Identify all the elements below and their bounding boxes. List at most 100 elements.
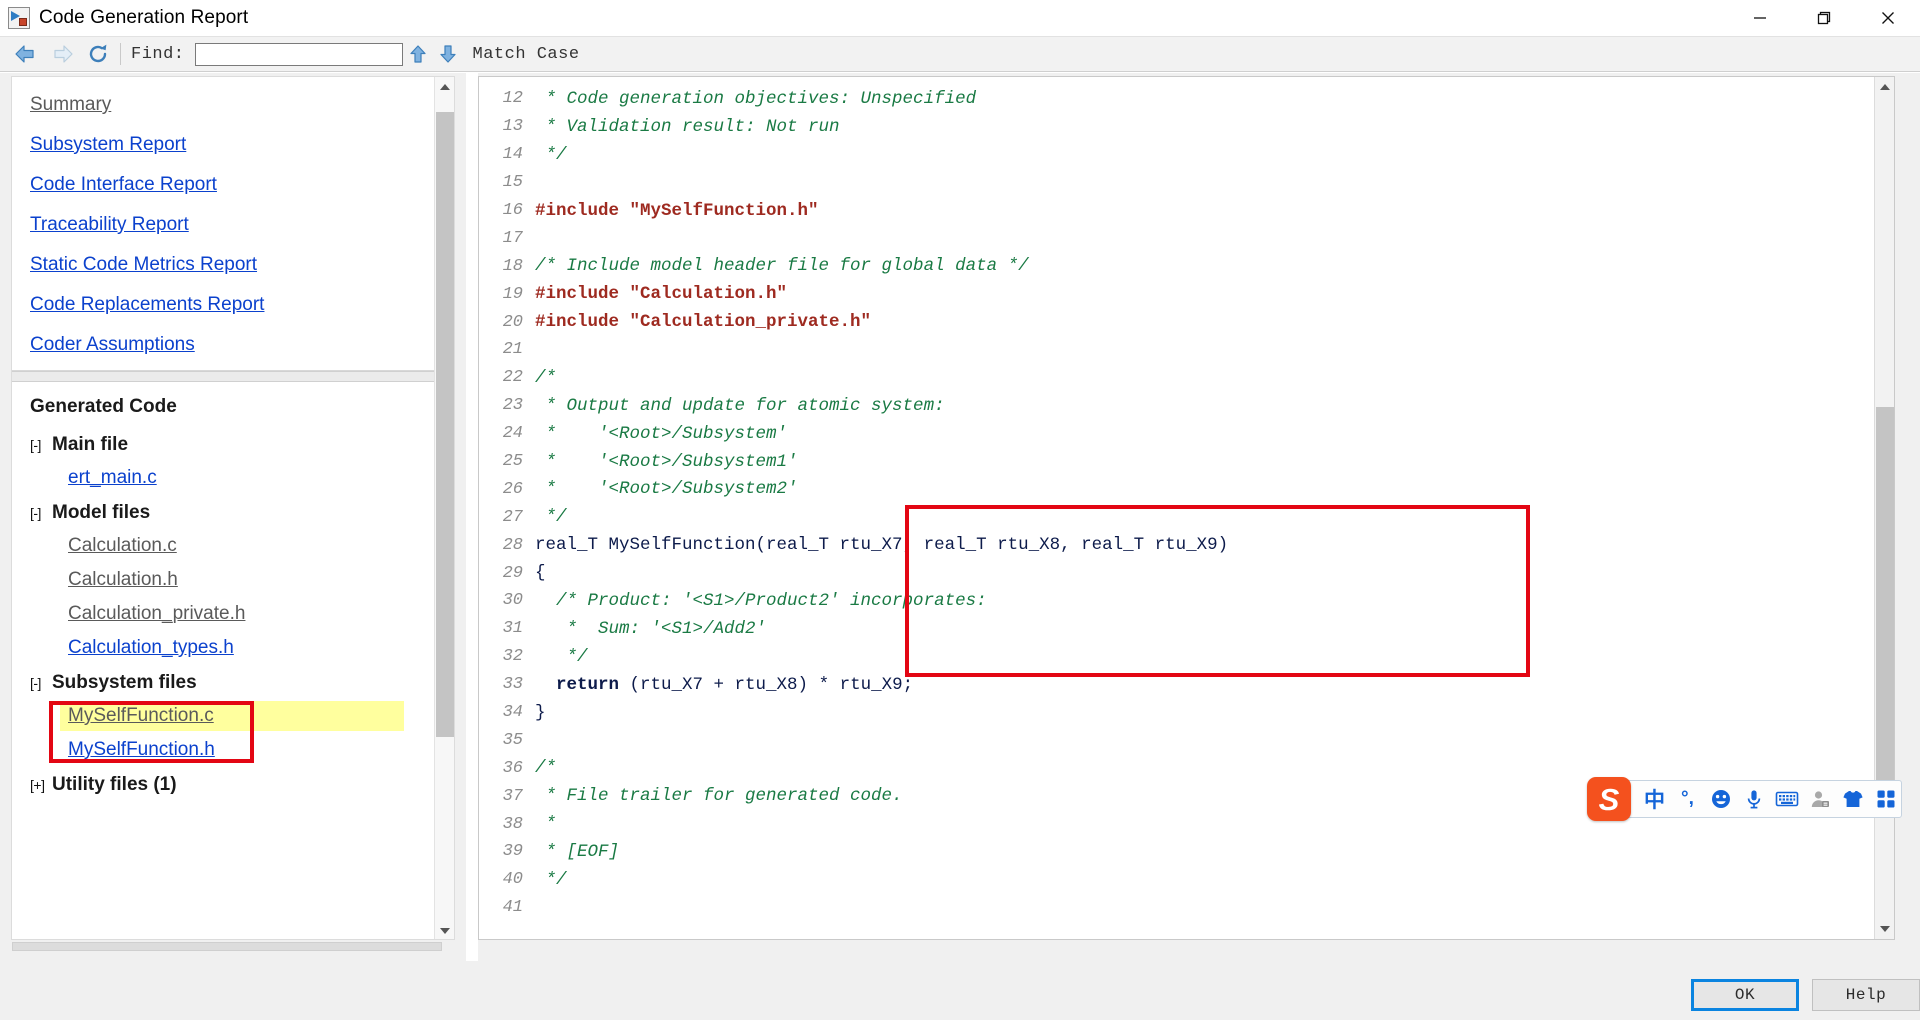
code-segment: * [535, 814, 557, 835]
find-previous-icon[interactable] [403, 40, 433, 68]
emoji-icon[interactable] [1704, 780, 1737, 818]
code-segment: /* [535, 367, 557, 388]
close-icon[interactable] [1856, 0, 1920, 36]
sogou-ime-toolbar[interactable]: S 中 °, [1587, 777, 1902, 821]
reload-icon[interactable] [80, 39, 116, 69]
code-line-text: * '<Root>/Subsystem2' [535, 479, 798, 499]
code-segment: /* [535, 758, 557, 779]
code-line: 32 */ [479, 643, 1228, 671]
file-link-calculation-h[interactable]: Calculation.h [68, 570, 178, 589]
tshirt-icon[interactable] [1836, 780, 1869, 818]
toc-link-coder-assumptions[interactable]: Coder Assumptions [30, 335, 195, 354]
tree-group: [-] Model files Calculation.c Calculation.h… [30, 502, 454, 657]
scrollbar-thumb[interactable] [436, 112, 454, 737]
toc-link-summary[interactable]: Summary [30, 95, 111, 114]
window-controls [1728, 0, 1920, 36]
code-line-text: * '<Root>/Subsystem1' [535, 452, 798, 472]
file-link-calculation-types-h[interactable]: Calculation_types.h [68, 638, 234, 657]
code-segment: * Sum: '<S1>/Add2' [535, 618, 767, 639]
tree-group: [+] Utility files (1) [30, 774, 454, 796]
code-line-text: * Sum: '<S1>/Add2' [535, 618, 767, 639]
line-number: 28 [502, 535, 523, 555]
search-input[interactable] [194, 42, 403, 66]
match-case-label[interactable]: Match Case [473, 45, 580, 64]
scroll-up-icon[interactable] [435, 77, 454, 97]
code-line: 24 * '<Root>/Subsystem' [479, 420, 1228, 448]
file-link-ert-main-c[interactable]: ert_main.c [68, 468, 157, 487]
code-segment: * '<Root>/Subsystem1' [535, 451, 798, 472]
back-arrow-icon[interactable] [8, 39, 44, 69]
navigation-horizontal-scrollbar[interactable] [11, 940, 455, 953]
code-segment: * '<Root>/Subsystem2' [535, 479, 798, 500]
code-segment: * Validation result: Not run [535, 116, 840, 137]
code-line-text: /* [535, 758, 556, 778]
tree-group: [-] Main file ert_main.c [30, 434, 454, 487]
help-button[interactable]: Help [1812, 979, 1920, 1011]
collapse-toggle-icon[interactable]: [-] [30, 675, 52, 691]
collapse-toggle-icon[interactable]: [-] [30, 505, 52, 521]
forward-arrow-icon[interactable] [44, 39, 80, 69]
code-segment: /* Product: '<S1>/Product2' incorporates… [535, 590, 987, 611]
toc-link-static-code-metrics-report[interactable]: Static Code Metrics Report [30, 255, 257, 274]
find-next-icon[interactable] [433, 40, 463, 68]
tree-group-header[interactable]: [-] Model files [30, 502, 454, 524]
expand-toggle-icon[interactable]: [+] [30, 777, 52, 793]
scroll-down-icon[interactable] [435, 921, 454, 939]
sogou-logo-icon[interactable]: S [1587, 777, 1631, 821]
code-segment: } [535, 702, 546, 723]
tree-group-header[interactable]: [-] Subsystem files [30, 672, 454, 694]
tree-group-label: Subsystem files [52, 672, 197, 693]
code-line-text: * [535, 814, 557, 835]
code-line: 21 [479, 336, 1228, 364]
file-link-calculation-c[interactable]: Calculation.c [68, 536, 177, 555]
line-number: 23 [502, 396, 523, 416]
chinese-mode-icon[interactable]: 中 [1638, 780, 1671, 818]
minimize-icon[interactable] [1728, 0, 1792, 36]
collapse-toggle-icon[interactable]: [-] [30, 437, 52, 453]
toc-link-subsystem-report[interactable]: Subsystem Report [30, 135, 186, 154]
toc-link-code-replacements-report[interactable]: Code Replacements Report [30, 295, 264, 314]
soft-keyboard-icon[interactable] [1770, 780, 1803, 818]
scrollbar-thumb-horizontal[interactable] [12, 942, 442, 951]
code-segment: */ [535, 507, 567, 528]
line-number: 31 [502, 619, 523, 639]
toc-link-code-interface-report[interactable]: Code Interface Report [30, 175, 217, 194]
code-segment: */ [535, 144, 567, 165]
microphone-icon[interactable] [1737, 780, 1770, 818]
line-number: 27 [502, 507, 523, 527]
code-line-text: */ [535, 145, 567, 165]
punctuation-mode-icon[interactable]: °, [1671, 780, 1704, 818]
toolbox-grid-icon[interactable] [1869, 780, 1902, 818]
tree-group-header[interactable]: [-] Main file [30, 434, 454, 456]
generated-code-title: Generated Code [30, 396, 177, 417]
code-segment: return [556, 674, 620, 695]
code-line: 19 #include "Calculation.h" [479, 280, 1228, 308]
code-segment: #include "MySelfFunction.h" [535, 200, 819, 221]
code-line-text: /* Include model header file for global … [535, 256, 1029, 276]
file-link-myselffunction-c[interactable]: MySelfFunction.c [68, 706, 214, 725]
file-link-myselffunction-h[interactable]: MySelfFunction.h [68, 740, 215, 759]
code-scroll-up-icon[interactable] [1875, 77, 1894, 97]
line-number: 19 [502, 284, 523, 304]
line-number: 14 [502, 145, 523, 165]
tree-group-label: Main file [52, 434, 129, 455]
file-link-calculation-private-h[interactable]: Calculation_private.h [68, 604, 245, 623]
code-scrollbar-thumb[interactable] [1876, 407, 1894, 797]
account-icon[interactable] [1803, 780, 1836, 818]
line-number: 33 [502, 675, 523, 695]
line-number: 15 [502, 173, 523, 193]
ime-items: 中 °, [1638, 780, 1902, 818]
code-line: 26 * '<Root>/Subsystem2' [479, 475, 1228, 503]
code-line: 14 */ [479, 141, 1228, 169]
restore-icon[interactable] [1792, 0, 1856, 36]
code-line: 34} [479, 699, 1228, 727]
code-line: 16 #include "MySelfFunction.h" [479, 197, 1228, 225]
code-line-text: * '<Root>/Subsystem' [535, 424, 788, 444]
ok-button[interactable]: OK [1691, 979, 1799, 1011]
tree-group-header[interactable]: [+] Utility files (1) [30, 774, 454, 796]
toc-link-traceability-report[interactable]: Traceability Report [30, 215, 189, 234]
toolbar-divider [120, 43, 121, 65]
navigation-vertical-scrollbar[interactable] [434, 77, 454, 939]
code-scroll-down-icon[interactable] [1875, 919, 1894, 939]
